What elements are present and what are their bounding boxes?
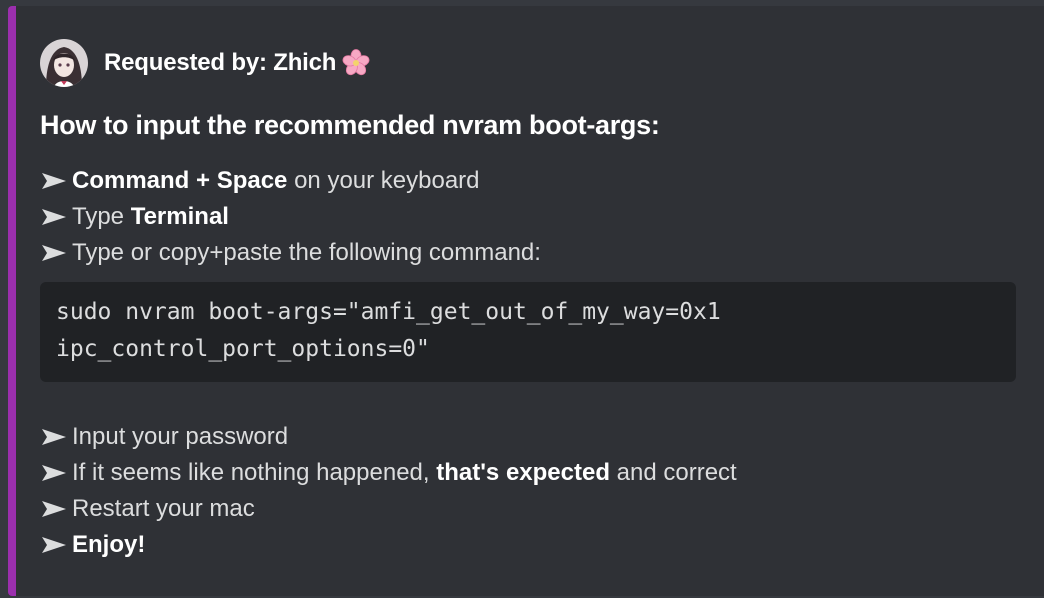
anime-avatar-icon bbox=[40, 39, 88, 87]
steps-list-before: Command + Space on your keyboard Type Te… bbox=[40, 163, 541, 271]
step-command-space: Command + Space on your keyboard bbox=[40, 163, 541, 199]
embed-author: Requested by: Zhich bbox=[40, 39, 370, 87]
arrowhead-icon bbox=[42, 501, 66, 517]
arrowhead-icon bbox=[42, 429, 66, 445]
step-text: and correct bbox=[610, 459, 737, 486]
step-text: Input your password bbox=[72, 423, 289, 450]
arrowhead-icon bbox=[42, 465, 66, 481]
cherry-blossom-icon bbox=[342, 49, 370, 77]
steps-list-after: Input your password If it seems like not… bbox=[40, 419, 737, 563]
step-type-terminal: Type Terminal bbox=[40, 199, 541, 235]
step-input-password: Input your password bbox=[40, 419, 737, 455]
code-line: sudo nvram boot-args="amfi_get_out_of_my… bbox=[56, 299, 721, 325]
arrowhead-icon bbox=[42, 537, 66, 553]
step-bold: that's expected bbox=[436, 459, 610, 486]
step-enjoy: Enjoy! bbox=[40, 527, 737, 563]
code-block[interactable]: sudo nvram boot-args="amfi_get_out_of_my… bbox=[40, 282, 1016, 382]
embed-card: Requested by: Zhich How to input the rec… bbox=[8, 6, 1044, 596]
step-bold: Terminal bbox=[130, 203, 229, 230]
step-text: Type bbox=[72, 203, 131, 230]
arrowhead-icon bbox=[42, 173, 66, 189]
step-text: on your keyboard bbox=[287, 167, 480, 194]
step-copy-paste: Type or copy+paste the following command… bbox=[40, 235, 541, 271]
arrowhead-icon bbox=[42, 209, 66, 225]
code-line: ipc_control_port_options=0" bbox=[56, 336, 430, 362]
step-text: Restart your mac bbox=[72, 495, 255, 522]
step-nothing-happened: If it seems like nothing happened, that'… bbox=[40, 455, 737, 491]
embed-title: How to input the recommended nvram boot-… bbox=[40, 110, 660, 140]
author-avatar[interactable] bbox=[40, 39, 88, 87]
step-bold: Enjoy! bbox=[72, 531, 146, 558]
step-text: If it seems like nothing happened, bbox=[72, 459, 437, 486]
step-restart-mac: Restart your mac bbox=[40, 491, 737, 527]
step-bold: Command + Space bbox=[72, 167, 288, 194]
arrowhead-icon bbox=[42, 245, 66, 261]
embed-accent-bar bbox=[8, 6, 16, 596]
step-text: Type or copy+paste the following command… bbox=[72, 239, 541, 266]
author-name[interactable]: Requested by: Zhich bbox=[104, 49, 336, 77]
